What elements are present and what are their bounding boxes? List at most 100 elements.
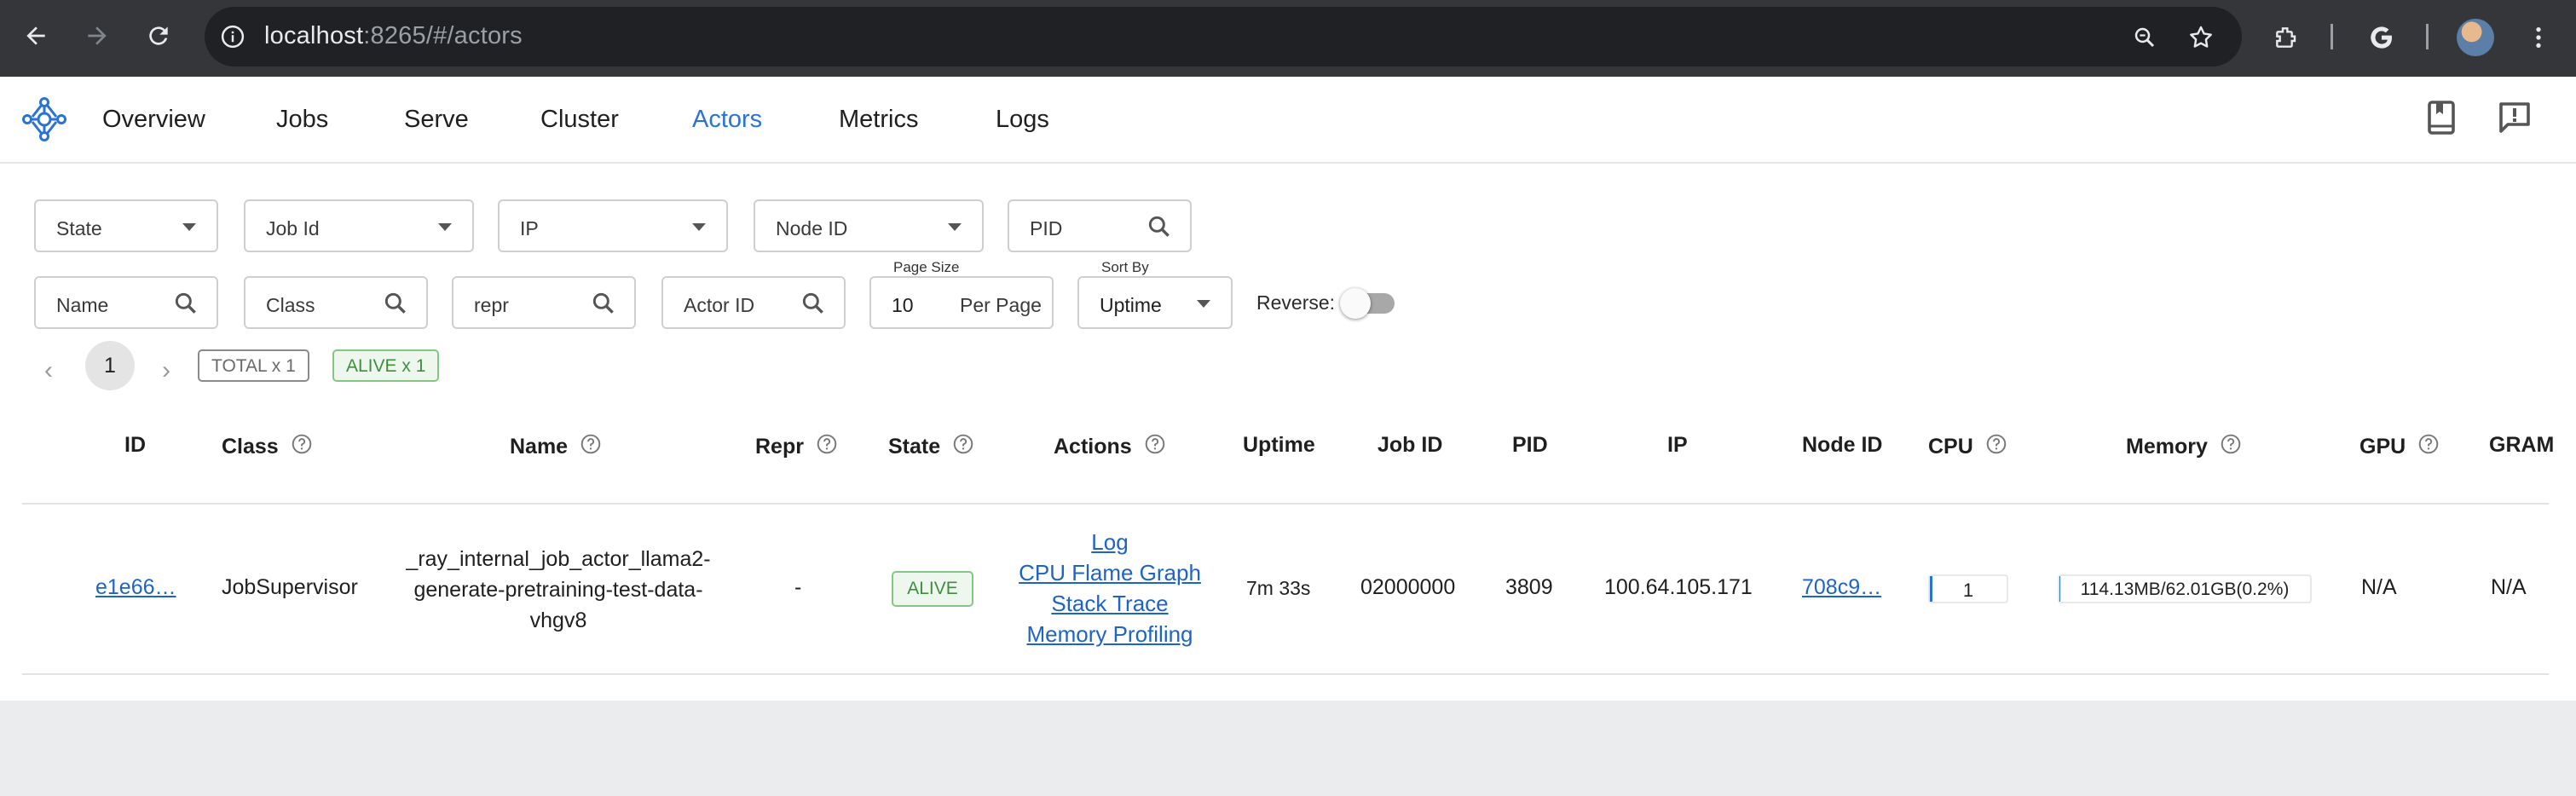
search-icon (382, 290, 409, 321)
kebab-menu-icon[interactable] (2518, 17, 2559, 58)
actor-uptime: 7m 33s (1246, 577, 1311, 599)
nav-logs[interactable]: Logs (996, 106, 1049, 134)
extensions-icon[interactable] (2266, 17, 2307, 58)
prev-page-button[interactable]: ‹ (44, 356, 53, 385)
col-gram[interactable]: GRAM (2489, 433, 2554, 458)
address-bar[interactable]: localhost:8265/#/actors (205, 7, 2242, 66)
col-class[interactable]: Class (222, 433, 313, 461)
actor-id-link[interactable]: e1e66… (95, 575, 176, 600)
job-id-select[interactable]: Job Id (244, 199, 474, 252)
col-uptime[interactable]: Uptime (1243, 433, 1315, 458)
search-icon (172, 290, 199, 321)
feedback-icon[interactable] (2494, 97, 2535, 142)
page-footer-area (0, 701, 2576, 796)
actor-gram: N/A (2491, 575, 2527, 599)
zoom-icon[interactable] (2124, 17, 2165, 58)
back-arrow-icon[interactable] (15, 15, 56, 56)
actor-gpu: N/A (2361, 575, 2397, 599)
actor-name-line: generate-pretraining-test-data- (413, 578, 703, 602)
sort-by-label: Sort By (1100, 259, 1151, 276)
col-job-id[interactable]: Job ID (1378, 433, 1442, 458)
repr-search-input[interactable]: repr (452, 276, 636, 329)
page-size-value: 10 (892, 294, 914, 316)
col-memory[interactable]: Memory (2126, 433, 2242, 461)
col-ip-label: IP (1667, 433, 1688, 457)
sort-by-select[interactable]: Sort By Uptime (1077, 259, 1233, 329)
actions-cell: Log CPU Flame Graph Stack Trace Memory P… (1014, 527, 1205, 649)
col-id[interactable]: ID (124, 433, 146, 458)
reload-icon[interactable] (138, 15, 179, 56)
total-count-chip[interactable]: TOTAL x 1 (198, 349, 309, 382)
search-icon (590, 290, 617, 321)
col-repr[interactable]: Repr (755, 433, 838, 461)
help-icon[interactable] (291, 433, 313, 461)
help-icon[interactable] (2220, 433, 2242, 461)
page-size-input[interactable]: Page Size 10 Per Page (869, 259, 1054, 329)
col-node-id[interactable]: Node ID (1802, 433, 1882, 458)
search-icon (800, 290, 827, 321)
col-state[interactable]: State (888, 433, 974, 461)
log-link[interactable]: Log (1014, 527, 1205, 557)
col-cpu[interactable]: CPU (1928, 433, 2007, 461)
toolbar-divider (2331, 24, 2333, 49)
cpu-usage-bar: 1 (1928, 574, 2008, 603)
class-search-input[interactable]: Class (244, 276, 428, 329)
chevron-down-icon (182, 223, 196, 231)
col-cpu-label: CPU (1928, 435, 1973, 459)
col-actions[interactable]: Actions (1054, 433, 1166, 461)
browser-toolbar: localhost:8265/#/actors (0, 0, 2576, 77)
docs-book-icon[interactable] (2421, 97, 2462, 142)
col-name-label: Name (510, 435, 569, 459)
name-search-input[interactable]: Name (34, 276, 218, 329)
google-icon[interactable] (2361, 17, 2402, 58)
site-info-icon[interactable] (220, 24, 245, 54)
reverse-toggle[interactable] (1340, 288, 1371, 319)
next-page-button[interactable]: › (162, 356, 170, 385)
help-icon[interactable] (1985, 433, 2007, 461)
pid-placeholder: PID (1030, 217, 1063, 239)
col-gpu[interactable]: GPU (2359, 433, 2440, 461)
actor-id-search-input[interactable]: Actor ID (661, 276, 846, 329)
node-id-select[interactable]: Node ID (754, 199, 984, 252)
memory-usage-value: 114.13MB/62.01GB(0.2%) (2080, 580, 2290, 599)
actor-name-line: vhgv8 (529, 609, 587, 632)
help-icon[interactable] (952, 433, 974, 461)
nav-overview[interactable]: Overview (102, 106, 205, 134)
help-icon[interactable] (2417, 433, 2440, 461)
app-navbar: Overview Jobs Serve Cluster Actors Metri… (0, 77, 2576, 164)
cpu-flame-graph-link[interactable]: CPU Flame Graph (1014, 557, 1205, 588)
forward-arrow-icon[interactable] (77, 15, 118, 56)
col-actions-label: Actions (1054, 435, 1132, 459)
help-icon[interactable] (816, 433, 838, 461)
nav-actors[interactable]: Actors (692, 106, 762, 134)
nav-jobs[interactable]: Jobs (276, 106, 328, 134)
ip-select[interactable]: IP (498, 199, 728, 252)
col-ip[interactable]: IP (1667, 433, 1688, 458)
nav-metrics[interactable]: Metrics (839, 106, 918, 134)
col-pid[interactable]: PID (1512, 433, 1548, 458)
col-state-label: State (888, 435, 941, 459)
nav-serve[interactable]: Serve (404, 106, 469, 134)
memory-profiling-link[interactable]: Memory Profiling (1014, 619, 1205, 649)
profile-avatar[interactable] (2457, 19, 2494, 56)
col-name[interactable]: Name (510, 433, 602, 461)
pid-search-input[interactable]: PID (1008, 199, 1192, 252)
help-icon[interactable] (1144, 433, 1166, 461)
chevron-down-icon (692, 223, 706, 231)
actor-repr: - (794, 575, 802, 599)
stack-trace-link[interactable]: Stack Trace (1014, 588, 1205, 619)
page-1-button[interactable]: 1 (85, 341, 135, 390)
reverse-label: Reverse: (1256, 291, 1336, 314)
nav-cluster[interactable]: Cluster (540, 106, 619, 134)
memory-usage-bar: 114.13MB/62.01GB(0.2%) (2058, 574, 2312, 603)
col-uptime-label: Uptime (1243, 433, 1315, 457)
help-icon[interactable] (580, 433, 602, 461)
node-id-link[interactable]: 708c9… (1802, 575, 1881, 600)
ray-logo-icon[interactable] (20, 95, 68, 147)
bookmark-star-icon[interactable] (2180, 17, 2221, 58)
actor-name: _ray_internal_job_actor_llama2- generate… (385, 544, 731, 636)
alive-count-chip[interactable]: ALIVE x 1 (332, 349, 440, 382)
col-id-label: ID (124, 433, 146, 457)
state-select[interactable]: State (34, 199, 218, 252)
chevron-down-icon (438, 223, 452, 231)
